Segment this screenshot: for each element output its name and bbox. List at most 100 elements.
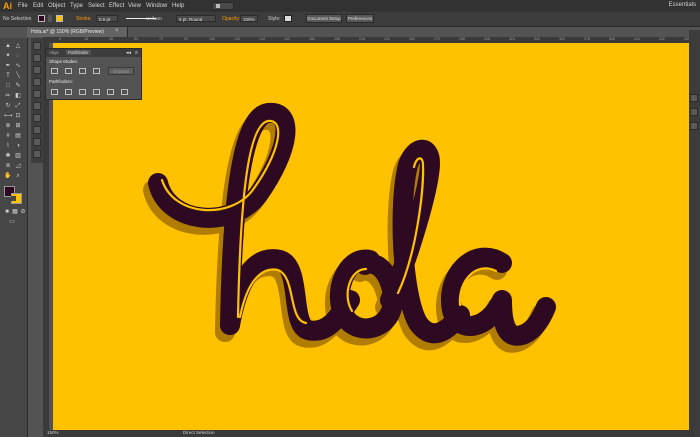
scale-icon[interactable]: ⤢: [14, 102, 22, 110]
chevron-down-icon[interactable]: [48, 15, 52, 22]
menu-edit[interactable]: Edit: [33, 2, 43, 10]
shape-builder-icon[interactable]: ⊕: [4, 122, 12, 130]
align-icon[interactable]: [690, 108, 698, 116]
ruler-tick-label: 288: [459, 37, 465, 41]
menu-select[interactable]: Select: [88, 2, 105, 10]
transform-icon[interactable]: [690, 122, 698, 130]
outline-icon[interactable]: [107, 89, 114, 95]
rectangle-tool-icon[interactable]: □: [4, 82, 12, 90]
mesh-icon[interactable]: #: [4, 132, 12, 140]
width-tool-icon[interactable]: ⟷: [4, 112, 13, 120]
opacity-input[interactable]: 100%: [240, 15, 258, 22]
trim-icon[interactable]: [65, 89, 72, 95]
menu-effect[interactable]: Effect: [109, 2, 124, 10]
divide-icon[interactable]: [51, 89, 58, 95]
ruler-tick-label: 324: [509, 37, 515, 41]
preferences-button[interactable]: Preferences: [346, 14, 374, 23]
info-icon[interactable]: [690, 94, 698, 102]
document-setup-button[interactable]: Document Setup: [306, 14, 342, 23]
collapse-icon[interactable]: ◂◂: [126, 50, 131, 56]
none-mode-icon[interactable]: ⊘: [19, 208, 27, 216]
menu-window[interactable]: Window: [146, 2, 167, 10]
ruler-tick-label: 18: [84, 37, 88, 41]
minus-back-icon[interactable]: [121, 89, 128, 95]
brush-definition[interactable]: 5 pt. Round: [176, 15, 216, 22]
layers-icon[interactable]: [33, 150, 41, 158]
magic-wand-icon[interactable]: ✦: [4, 52, 12, 60]
stroke-panel-icon[interactable]: [33, 102, 41, 110]
eyedropper-icon[interactable]: ⌇: [4, 142, 12, 150]
zoom-tool-icon[interactable]: ⌕: [14, 172, 22, 180]
hand-tool-icon[interactable]: ✋: [4, 172, 12, 180]
tab-pathfinder[interactable]: Pathfinder: [66, 50, 91, 55]
lasso-icon[interactable]: ◌: [14, 52, 22, 60]
pen-tool-icon[interactable]: ✒: [4, 62, 12, 70]
eraser-icon[interactable]: ◧: [14, 92, 22, 100]
opacity-label[interactable]: Opacity:: [222, 16, 240, 22]
right-panel-dock: [689, 30, 700, 437]
screen-mode-icon[interactable]: ▭: [8, 218, 16, 226]
type-tool-icon[interactable]: T: [4, 72, 12, 80]
gradient-mode-icon[interactable]: ▦: [11, 208, 19, 216]
appearance-icon[interactable]: [33, 138, 41, 146]
unite-icon[interactable]: [51, 68, 58, 74]
swatches-icon[interactable]: [33, 66, 41, 74]
workspace-switcher[interactable]: [212, 2, 234, 10]
artboard-tool-icon[interactable]: ⧈: [4, 162, 12, 170]
stroke-weight-input[interactable]: 0.5 pt: [96, 15, 118, 22]
zoom-level[interactable]: 150%: [47, 430, 59, 435]
workspace-label[interactable]: Essentials: [669, 2, 696, 8]
curvature-icon[interactable]: ∿: [14, 62, 22, 70]
vertical-ruler[interactable]: [43, 43, 49, 433]
rotate-icon[interactable]: ↻: [4, 102, 12, 110]
stroke-swatch[interactable]: [56, 15, 63, 22]
direct-selection-tool-icon[interactable]: △: [14, 42, 22, 50]
panel-menu-icon[interactable]: ≡: [135, 50, 138, 56]
symbols-icon[interactable]: [33, 90, 41, 98]
symbol-sprayer-icon[interactable]: ✱: [4, 152, 12, 160]
menu-help[interactable]: Help: [172, 2, 184, 10]
merge-icon[interactable]: [79, 89, 86, 95]
ruler-tick-label: 162: [284, 37, 290, 41]
pencil-icon[interactable]: ✏: [4, 92, 12, 100]
hola-lettering[interactable]: hola: [140, 95, 560, 365]
color-mode-icon[interactable]: ■: [3, 208, 11, 216]
menu-view[interactable]: View: [128, 2, 141, 10]
stroke-profile[interactable]: Uniform: [126, 15, 168, 22]
paintbrush-icon[interactable]: ✎: [14, 82, 22, 90]
color-guide-icon[interactable]: [33, 54, 41, 62]
crop-icon[interactable]: [93, 89, 100, 95]
ruler-tick-label: 36: [109, 37, 113, 41]
exclude-icon[interactable]: [93, 68, 100, 74]
menu-object[interactable]: Object: [48, 2, 65, 10]
gradient-panel-icon[interactable]: [33, 114, 41, 122]
transparency-icon[interactable]: [33, 126, 41, 134]
blend-icon[interactable]: ◑: [14, 142, 22, 150]
minus-front-icon[interactable]: [65, 68, 72, 74]
graph-icon[interactable]: ▥: [14, 152, 22, 160]
status-bar: 150% Direct Selection: [43, 430, 695, 437]
grid-icon: [216, 4, 220, 8]
tab-align[interactable]: Align: [49, 50, 59, 55]
perspective-icon[interactable]: ⊞: [14, 122, 22, 130]
ruler-tick-label: 90: [184, 37, 188, 41]
slice-icon[interactable]: ◿: [14, 162, 22, 170]
intersect-icon[interactable]: [79, 68, 86, 74]
brushes-icon[interactable]: [33, 78, 41, 86]
ruler-tick-label: 378: [584, 37, 590, 41]
expand-button[interactable]: Expand: [108, 67, 134, 75]
gradient-icon[interactable]: ▤: [14, 132, 22, 140]
document-tab[interactable]: Hola.ai* @ 150% (RGB/Preview) ×: [27, 27, 128, 37]
menu-type[interactable]: Type: [70, 2, 83, 10]
menu-file[interactable]: File: [18, 2, 28, 10]
close-icon[interactable]: ×: [115, 28, 119, 34]
fill-swatch[interactable]: [38, 15, 45, 22]
selection-tool-icon[interactable]: ▲: [4, 42, 12, 50]
color-panel-icon[interactable]: [33, 42, 41, 50]
stroke-label[interactable]: Stroke:: [76, 16, 92, 22]
ruler-tick-label: 360: [559, 37, 565, 41]
style-swatch[interactable]: [284, 15, 292, 22]
ruler-tick-label: 198: [334, 37, 340, 41]
free-transform-icon[interactable]: ⊡: [14, 112, 22, 120]
line-tool-icon[interactable]: ╲: [14, 72, 22, 80]
